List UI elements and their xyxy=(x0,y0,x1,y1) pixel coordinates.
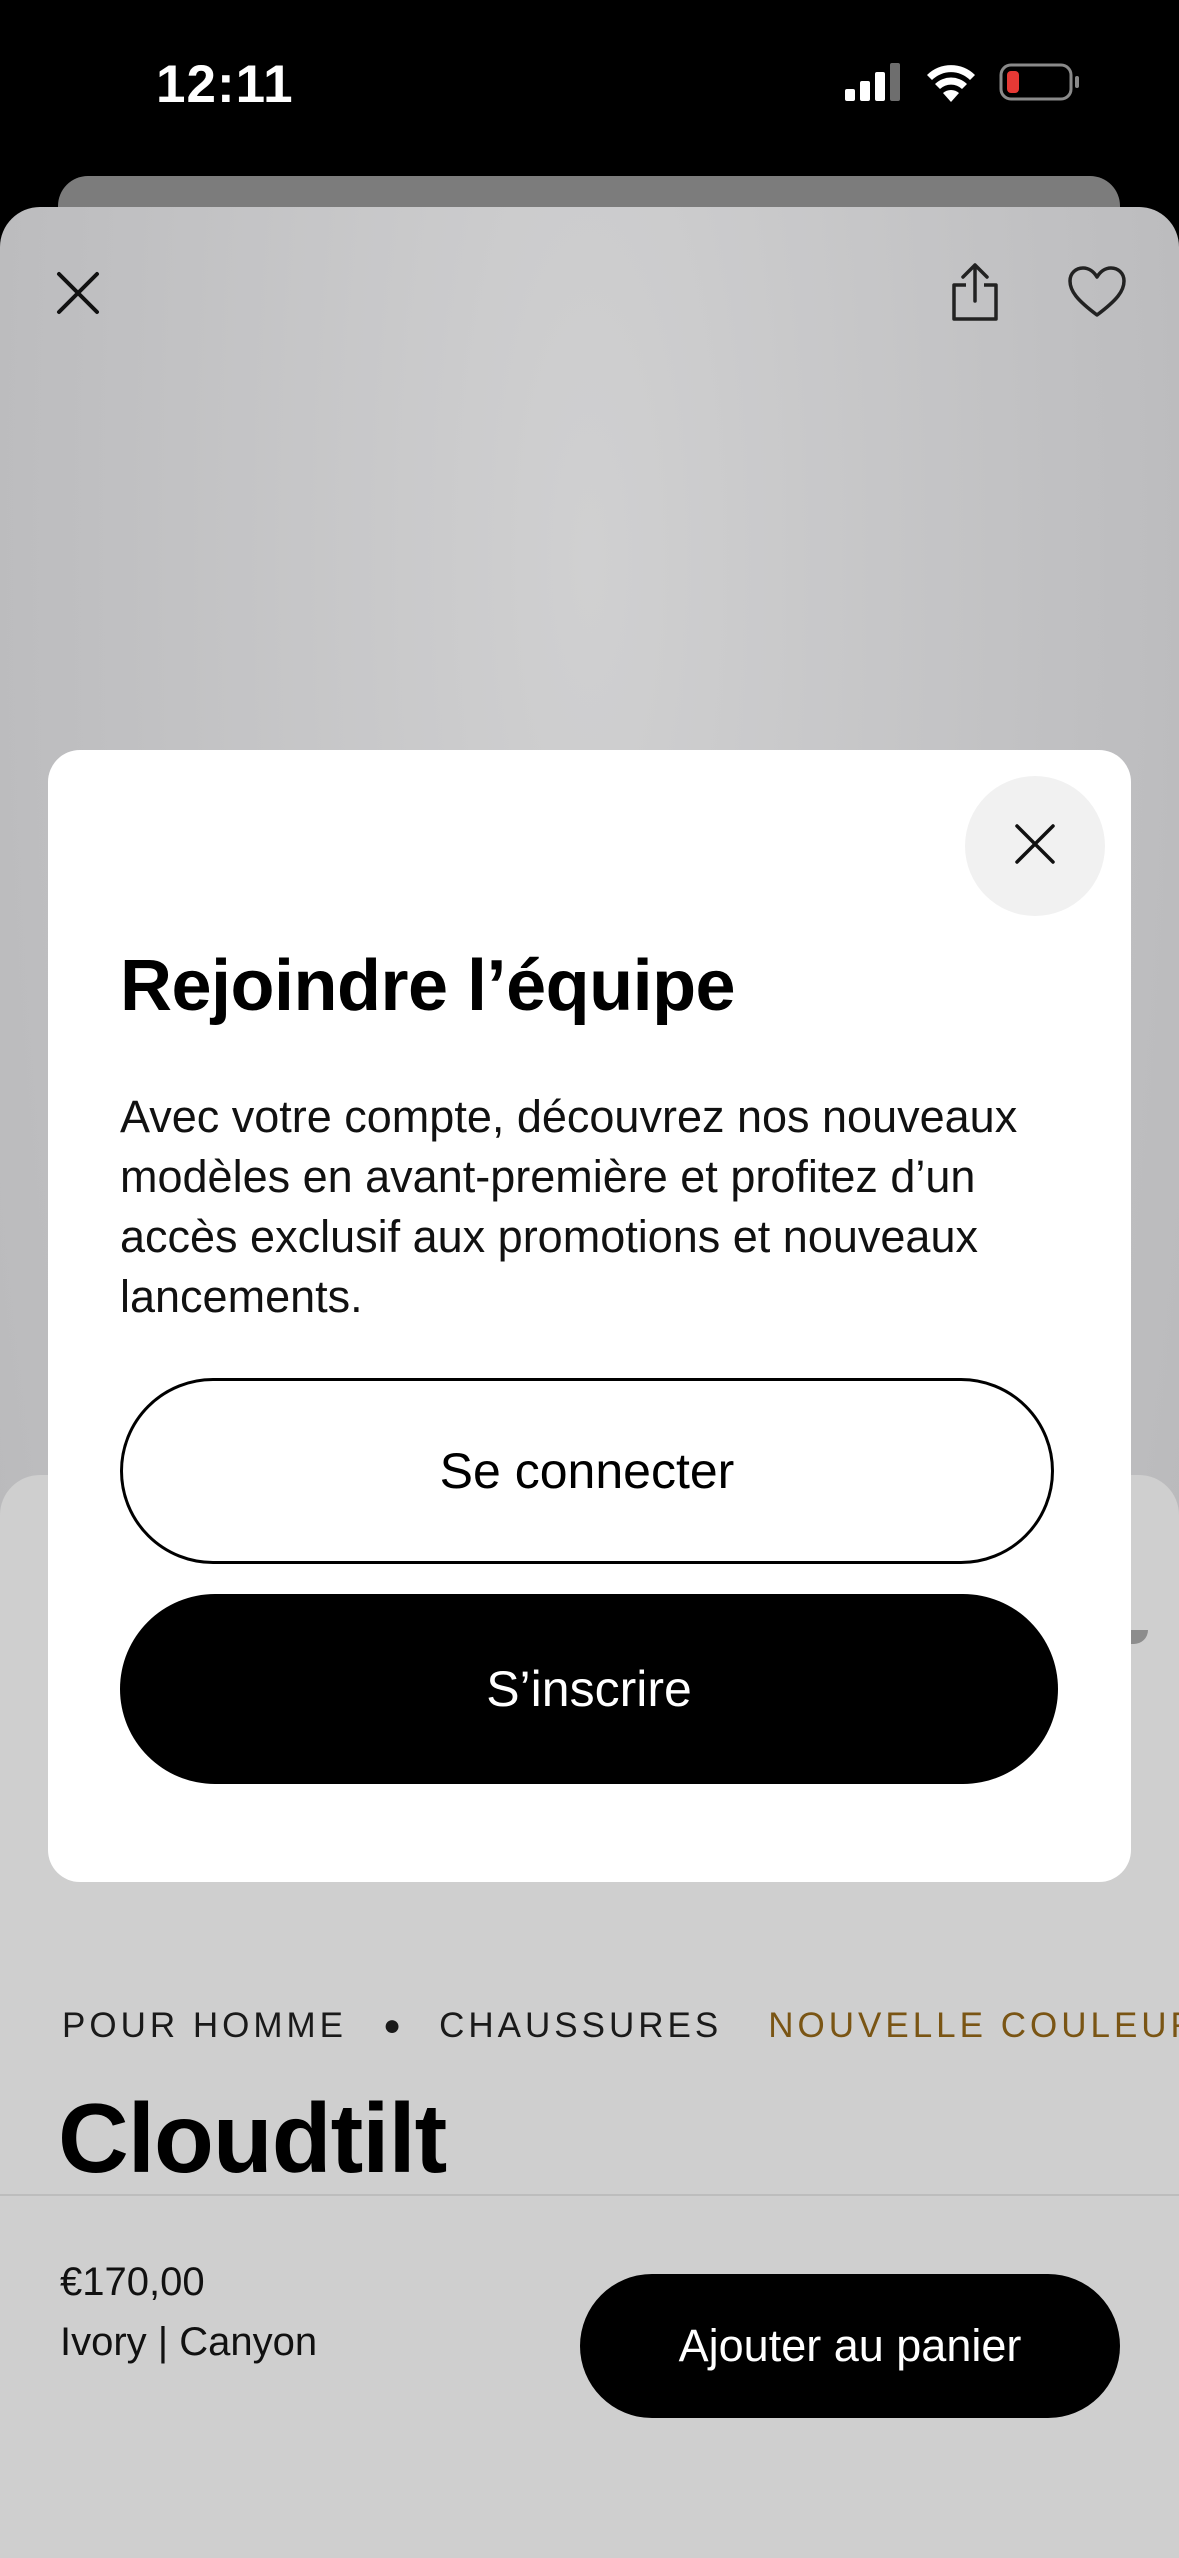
login-button[interactable]: Se connecter xyxy=(120,1378,1054,1564)
join-team-modal: Rejoindre l’équipe Avec votre compte, dé… xyxy=(48,750,1131,1882)
modal-close-button[interactable] xyxy=(965,776,1105,916)
modal-body-text: Avec votre compte, découvrez nos nouveau… xyxy=(120,1091,1018,1322)
modal-overlay: Rejoindre l’équipe Avec votre compte, dé… xyxy=(0,0,1179,2556)
modal-title: Rejoindre l’équipe xyxy=(120,946,736,1026)
close-icon xyxy=(1014,823,1056,870)
signup-button[interactable]: S’inscrire xyxy=(120,1594,1058,1784)
